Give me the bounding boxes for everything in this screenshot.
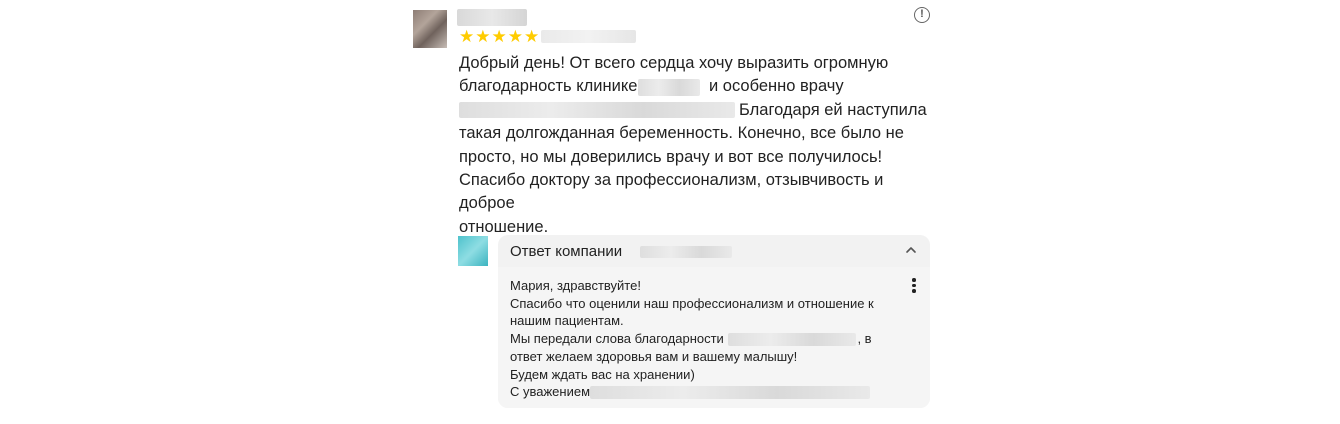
chevron-up-icon[interactable] — [904, 243, 918, 257]
company-avatar — [458, 236, 488, 266]
company-reply-body: Мария, здравствуйте! Спасибо что оценили… — [498, 267, 930, 408]
review-line-part: Благодаря ей наступила — [739, 100, 927, 119]
review-line-part: и особенно врачу — [709, 77, 844, 96]
review-line: Благодаря ей наступила — [459, 99, 934, 122]
reply-line-part: Мы передали слова благодарности — [510, 331, 724, 347]
star-icon: ★ — [491, 27, 507, 47]
reply-line: Мы передали слова благодарности , в — [510, 330, 890, 348]
info-icon[interactable]: ! — [914, 7, 930, 23]
reply-line-part: , в — [857, 331, 872, 347]
reply-line: Спасибо что оценили наш профессионализм … — [510, 295, 874, 311]
rating-stars: ★ ★ ★ ★ ★ — [459, 28, 539, 46]
clinic-name-redacted — [638, 78, 701, 96]
reviewer-avatar[interactable] — [413, 10, 447, 48]
review-line: благодарность клинике и особенно врачу — [459, 75, 934, 98]
review-line: Спасибо доктору за профессионализм, отзы… — [459, 171, 884, 213]
reviewer-name-redacted[interactable] — [457, 9, 527, 26]
company-reply: Ответ компании Мария, здравствуйте! Спас… — [498, 235, 930, 408]
company-name-redacted — [640, 246, 733, 258]
reply-line: Мария, здравствуйте! — [510, 278, 641, 293]
reply-line: С уважением — [510, 383, 890, 401]
reply-line: Будем ждать вас на хранении) — [510, 366, 695, 382]
kebab-dot — [912, 283, 916, 288]
reply-line-part: С уважением — [510, 384, 591, 400]
review-text: Добрый день! От всего сердца хочу вырази… — [459, 52, 934, 239]
star-icon: ★ — [459, 27, 475, 47]
star-icon: ★ — [507, 27, 523, 47]
doctor-name-redacted — [728, 333, 857, 347]
company-reply-title: Ответ компании — [510, 243, 623, 260]
reply-line: ответ желаем здоровья вам и вашему малыш… — [510, 348, 798, 364]
review-date-redacted — [541, 30, 636, 43]
company-reply-text: Мария, здравствуйте! Спасибо что оценили… — [510, 277, 890, 401]
review-line: просто, но мы доверились врачу и вот все… — [459, 147, 883, 166]
reply-line: нашим пациентам. — [510, 313, 624, 329]
company-reply-header[interactable]: Ответ компании — [510, 242, 733, 262]
review-line: такая долгожданная беременность. Конечно… — [459, 124, 904, 143]
doctor-name-redacted — [459, 102, 735, 119]
signature-redacted — [590, 386, 871, 400]
kebab-dot — [912, 278, 916, 282]
star-icon: ★ — [475, 27, 491, 47]
review-line: Добрый день! От всего сердца хочу вырази… — [459, 54, 889, 72]
more-vertical-icon[interactable] — [910, 278, 918, 294]
star-icon: ★ — [524, 27, 540, 47]
review-line-part: благодарность клинике — [459, 77, 638, 96]
kebab-dot — [912, 289, 916, 293]
